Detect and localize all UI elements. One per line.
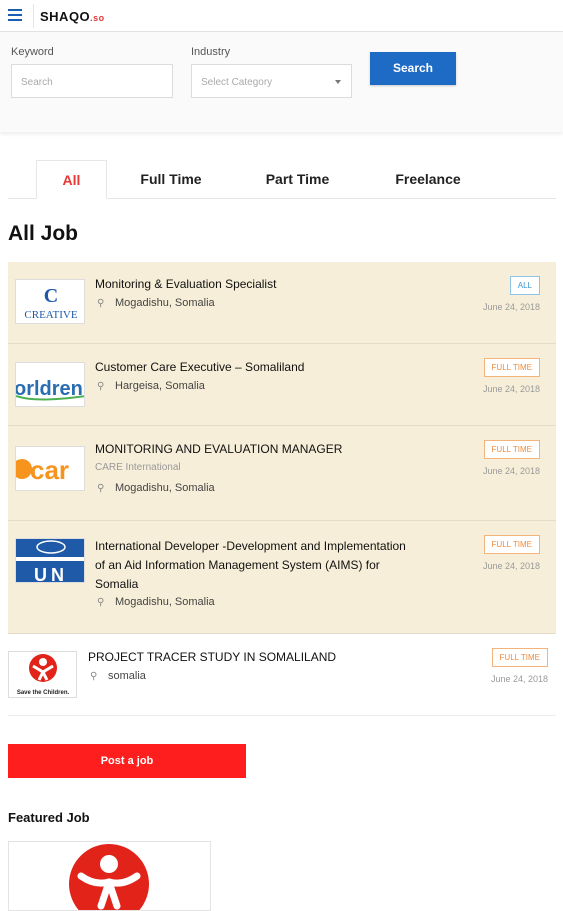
job-type-badge: FULL TIME [483,440,540,459]
site-logo[interactable]: SHAQO.so [40,9,105,24]
top-bar: SHAQO.so [0,0,563,32]
job-type-badge: FULL TIME [483,358,540,377]
company-logo: C CREATIVE [15,279,85,324]
location-pin-icon: ⚲ [90,671,98,682]
keyword-input[interactable]: Search [11,64,173,98]
job-type-tabs: All Full Time Part Time Freelance [8,160,556,199]
company-logo: orldren [15,362,85,407]
featured-job-heading: Featured Job [8,810,90,825]
job-title[interactable]: PROJECT TRACER STUDY IN SOMALILAND [88,648,336,667]
tab-full-time[interactable]: Full Time [122,160,220,199]
job-location: ⚲ Mogadishu, Somalia [97,297,215,309]
job-title[interactable]: Customer Care Executive – Somaliland [95,358,304,377]
save-the-children-logo-icon [69,844,149,910]
job-date: June 24, 2018 [490,674,548,684]
job-date: June 24, 2018 [482,302,540,312]
industry-selected-value: Select Category [201,77,273,88]
svg-text:CREATIVE: CREATIVE [24,309,77,321]
svg-text:car: car [30,455,69,485]
search-panel: Keyword Search Industry Select Category [0,32,563,132]
logo-suffix: .so [90,13,105,23]
job-type-badge: ALL [509,276,540,295]
company-logo: Save the Children. [8,651,77,698]
job-location: ⚲ Mogadishu, Somalia [97,596,215,608]
post-job-button[interactable]: Post a job [8,744,246,778]
location-pin-icon: ⚲ [97,483,105,494]
menu-icon[interactable] [8,9,22,21]
tab-all[interactable]: All [36,160,107,199]
keyword-label: Keyword [11,46,54,58]
job-row[interactable]: orldren Customer Care Executive – Somali… [8,344,556,426]
search-button[interactable]: Search [370,52,456,85]
industry-label: Industry [191,46,231,58]
job-type-badge: FULL TIME [491,648,548,667]
svg-text:UN: UN [34,565,68,583]
company-name: CARE International [95,462,181,473]
featured-job-card[interactable] [8,841,211,911]
job-location: ⚲ Mogadishu, Somalia [97,482,215,494]
job-row[interactable]: Save the Children. PROJECT TRACER STUDY … [8,634,556,716]
industry-select[interactable]: Select Category [191,64,352,98]
svg-text:Save the Children.: Save the Children. [17,690,70,696]
tab-part-time[interactable]: Part Time [246,160,349,199]
location-pin-icon: ⚲ [97,381,105,392]
job-date: June 24, 2018 [482,384,540,394]
divider [33,4,34,28]
location-pin-icon: ⚲ [97,298,105,309]
job-row[interactable]: C CREATIVE Monitoring & Evaluation Speci… [8,262,556,344]
logo-main: SHAQO [40,9,91,24]
job-title[interactable]: Monitoring & Evaluation Specialist [95,275,276,294]
page-title: All Job [8,222,79,245]
job-date: June 24, 2018 [482,466,540,476]
job-location: ⚲ Hargeisa, Somalia [97,380,205,392]
tab-freelance[interactable]: Freelance [378,160,478,199]
job-row[interactable]: UN International Developer -Development … [8,521,556,634]
company-logo: UN [15,538,85,583]
svg-text:C: C [44,285,58,307]
location-pin-icon: ⚲ [97,597,105,608]
keyword-placeholder: Search [21,77,53,88]
job-type-badge: FULL TIME [483,535,540,554]
job-location: ⚲ somalia [90,670,146,682]
job-title[interactable]: MONITORING AND EVALUATION MANAGER [95,440,342,459]
job-row[interactable]: car MONITORING AND EVALUATION MANAGER CA… [8,426,556,521]
chevron-down-icon [335,80,341,84]
company-logo: car [15,446,85,491]
job-title[interactable]: International Developer -Development and… [95,537,406,594]
job-date: June 24, 2018 [482,561,540,571]
